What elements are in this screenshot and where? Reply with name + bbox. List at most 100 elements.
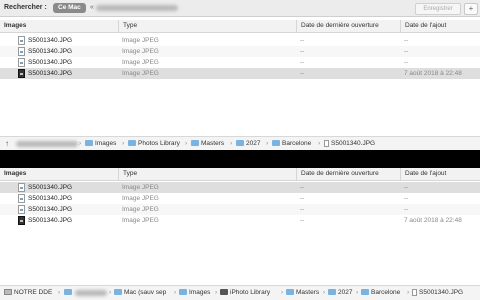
path-bar: NOTRE DDE › › Mac (sauv sep › Images › i…	[0, 285, 480, 300]
path-item-photos-library[interactable]: Photos Library	[128, 137, 180, 151]
column-header: Images Type Date de dernière ouverture D…	[0, 168, 480, 181]
file-name: S5001340.JPG	[28, 37, 73, 44]
path-separator: ›	[323, 289, 326, 296]
file-last-opened: --	[300, 195, 305, 202]
folder-icon	[85, 140, 93, 147]
folder-icon	[114, 289, 122, 296]
column-header-date-added[interactable]: Date de l'ajout	[400, 168, 480, 180]
path-item-images[interactable]: Images	[85, 137, 116, 151]
file-type: Image JPEG	[122, 37, 159, 44]
file-last-opened: --	[300, 37, 305, 44]
folder-icon	[179, 289, 187, 296]
file-type: Image JPEG	[122, 59, 159, 66]
path-separator: ›	[58, 289, 61, 296]
search-scope-bar: Rechercher : Ce Mac « Enregistrer +	[0, 0, 480, 17]
path-item-masters[interactable]: Masters	[191, 137, 224, 151]
up-arrow-icon[interactable]: ↑	[5, 137, 9, 151]
scope-this-mac-button[interactable]: Ce Mac	[53, 3, 86, 13]
jpeg-file-icon	[18, 216, 25, 225]
file-name: S5001340.JPG	[28, 195, 73, 202]
file-type: Image JPEG	[122, 217, 159, 224]
file-row-selected[interactable]: S5001340.JPG Image JPEG -- 7 août 2018 à…	[0, 68, 480, 79]
file-last-opened: --	[300, 48, 305, 55]
file-row[interactable]: S5001340.JPG Image JPEG -- 7 août 2018 à…	[0, 215, 480, 226]
file-last-opened: --	[300, 184, 305, 191]
file-row[interactable]: S5001340.JPG Image JPEG -- --	[0, 35, 480, 46]
folder-icon	[361, 289, 369, 296]
file-type: Image JPEG	[122, 184, 159, 191]
hard-drive-icon	[4, 289, 12, 296]
path-separator: ›	[185, 140, 188, 147]
file-last-opened: --	[300, 70, 305, 77]
column-header-name[interactable]: Images	[0, 168, 118, 180]
column-header-type[interactable]: Type	[118, 168, 296, 180]
path-item-redacted[interactable]	[64, 286, 74, 300]
file-type: Image JPEG	[122, 70, 159, 77]
column-header-date-added[interactable]: Date de l'ajout	[400, 20, 480, 32]
file-name: S5001340.JPG	[28, 59, 73, 66]
file-type: Image JPEG	[122, 206, 159, 213]
file-row-selected[interactable]: S5001340.JPG Image JPEG -- --	[0, 182, 480, 193]
path-separator: ›	[266, 140, 269, 147]
path-item-mac-sauv[interactable]: Mac (sauv sep	[114, 286, 166, 300]
jpeg-file-icon	[412, 288, 417, 296]
path-bar: ↑ › Images › Photos Library › Masters › …	[0, 136, 480, 151]
folder-icon	[64, 289, 72, 296]
file-date-added: --	[404, 206, 409, 213]
file-last-opened: --	[300, 206, 305, 213]
scope-other-location-button[interactable]: «	[90, 3, 180, 13]
column-header-last-opened[interactable]: Date de dernière ouverture	[296, 168, 400, 180]
file-date-added: 7 août 2018 à 22:48	[404, 217, 462, 224]
redacted-path	[75, 290, 107, 296]
path-separator: ›	[79, 140, 82, 147]
column-header-last-opened[interactable]: Date de dernière ouverture	[296, 20, 400, 32]
path-separator: ›	[122, 140, 125, 147]
column-header: Images Type Date de dernière ouverture D…	[0, 20, 480, 33]
column-header-name[interactable]: Images	[0, 20, 118, 32]
file-row[interactable]: S5001340.JPG Image JPEG -- --	[0, 204, 480, 215]
iphoto-library-icon	[220, 289, 228, 296]
path-separator: ›	[356, 289, 359, 296]
jpeg-file-icon	[18, 69, 25, 78]
folder-icon	[286, 289, 294, 296]
file-date-added: --	[404, 37, 409, 44]
column-header-type[interactable]: Type	[118, 20, 296, 32]
jpeg-file-icon	[18, 183, 25, 192]
path-item-file[interactable]: S5001340.JPG	[324, 137, 375, 151]
folder-icon	[191, 140, 199, 147]
path-separator: ›	[281, 289, 284, 296]
photos-library-icon	[128, 140, 136, 147]
path-item-file[interactable]: S5001340.JPG	[412, 286, 463, 300]
path-item-2027[interactable]: 2027	[236, 137, 260, 151]
jpeg-file-icon	[18, 205, 25, 214]
file-name: S5001340.JPG	[28, 70, 73, 77]
jpeg-file-icon	[18, 194, 25, 203]
path-item-2027[interactable]: 2027	[328, 286, 352, 300]
file-date-added: --	[404, 184, 409, 191]
file-row[interactable]: S5001340.JPG Image JPEG -- --	[0, 193, 480, 204]
path-separator: ›	[174, 289, 177, 296]
file-row[interactable]: S5001340.JPG Image JPEG -- --	[0, 46, 480, 57]
finder-search-window-top: Rechercher : Ce Mac « Enregistrer + Imag…	[0, 0, 480, 151]
path-item-barcelone[interactable]: Barcelone	[361, 286, 400, 300]
file-name: S5001340.JPG	[28, 48, 73, 55]
save-search-button[interactable]: Enregistrer	[415, 3, 461, 15]
path-item-masters[interactable]: Masters	[286, 286, 319, 300]
file-name: S5001340.JPG	[28, 217, 73, 224]
folder-icon	[328, 289, 336, 296]
path-item-barcelone[interactable]: Barcelone	[272, 137, 311, 151]
file-last-opened: --	[300, 59, 305, 66]
path-item-images[interactable]: Images	[179, 286, 210, 300]
folder-icon	[236, 140, 244, 147]
path-separator: ›	[215, 289, 218, 296]
path-separator: ›	[318, 140, 321, 147]
path-item-notre-dde[interactable]: NOTRE DDE	[4, 286, 52, 300]
path-separator: ›	[230, 140, 233, 147]
file-row[interactable]: S5001340.JPG Image JPEG -- --	[0, 57, 480, 68]
file-date-added: --	[404, 59, 409, 66]
jpeg-file-icon	[18, 36, 25, 45]
file-name: S5001340.JPG	[28, 184, 73, 191]
add-criteria-button[interactable]: +	[464, 3, 478, 15]
scope-other-quote: «	[90, 4, 94, 11]
path-item-iphoto-library[interactable]: iPhoto Library	[220, 286, 270, 300]
